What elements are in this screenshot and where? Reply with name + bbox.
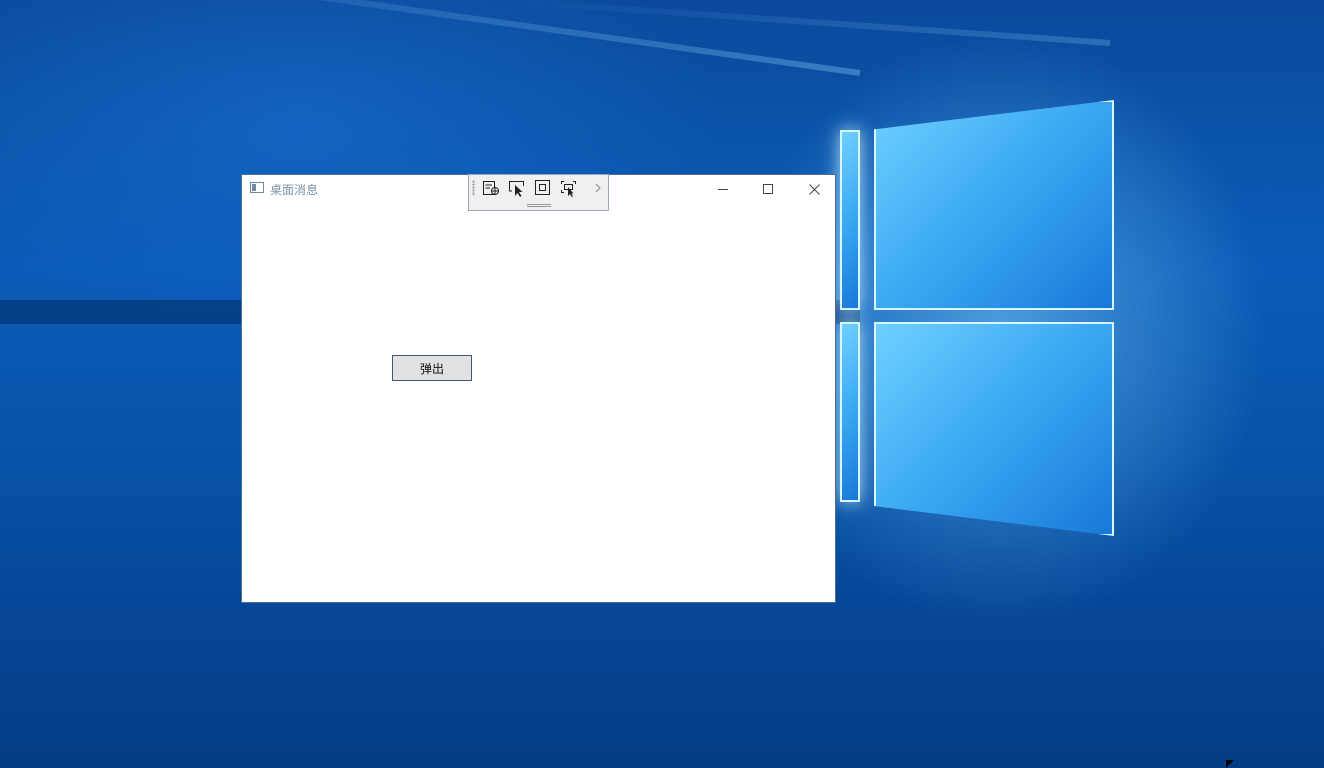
windows-logo-pane [840, 322, 860, 502]
maximize-icon [763, 184, 773, 194]
toolbar-grip[interactable] [472, 180, 475, 196]
live-visual-tree-icon [483, 181, 499, 195]
select-element-button[interactable] [507, 179, 527, 197]
debug-toolbar [468, 174, 609, 211]
track-focused-element-button[interactable] [559, 179, 579, 197]
minimize-button[interactable] [700, 175, 746, 203]
light-beam [501, 0, 1111, 46]
windows-logo-pane [874, 322, 1114, 536]
window-title: 桌面消息 [270, 183, 319, 197]
minimize-icon [718, 189, 728, 190]
display-layout-adorners-button[interactable] [533, 179, 553, 197]
close-icon [808, 183, 820, 195]
display-layout-adorners-icon [535, 180, 550, 195]
live-visual-tree-button[interactable] [481, 179, 501, 197]
windows-logo-pane [874, 100, 1114, 310]
app-icon [250, 182, 264, 193]
light-beam [7, 0, 861, 76]
app-window: 桌面消息 弹出 [241, 174, 836, 603]
toolbar-expand-button[interactable] [591, 179, 605, 197]
select-element-icon [509, 181, 524, 197]
windows-logo-pane [840, 130, 860, 310]
maximize-button[interactable] [745, 175, 791, 203]
popup-button[interactable]: 弹出 [392, 355, 472, 381]
chevron-right-icon [595, 183, 601, 193]
mouse-cursor-icon [1226, 760, 1234, 768]
toolbar-collapse-handle[interactable] [527, 204, 551, 207]
track-focused-element-icon [561, 181, 576, 197]
close-button[interactable] [791, 175, 837, 203]
